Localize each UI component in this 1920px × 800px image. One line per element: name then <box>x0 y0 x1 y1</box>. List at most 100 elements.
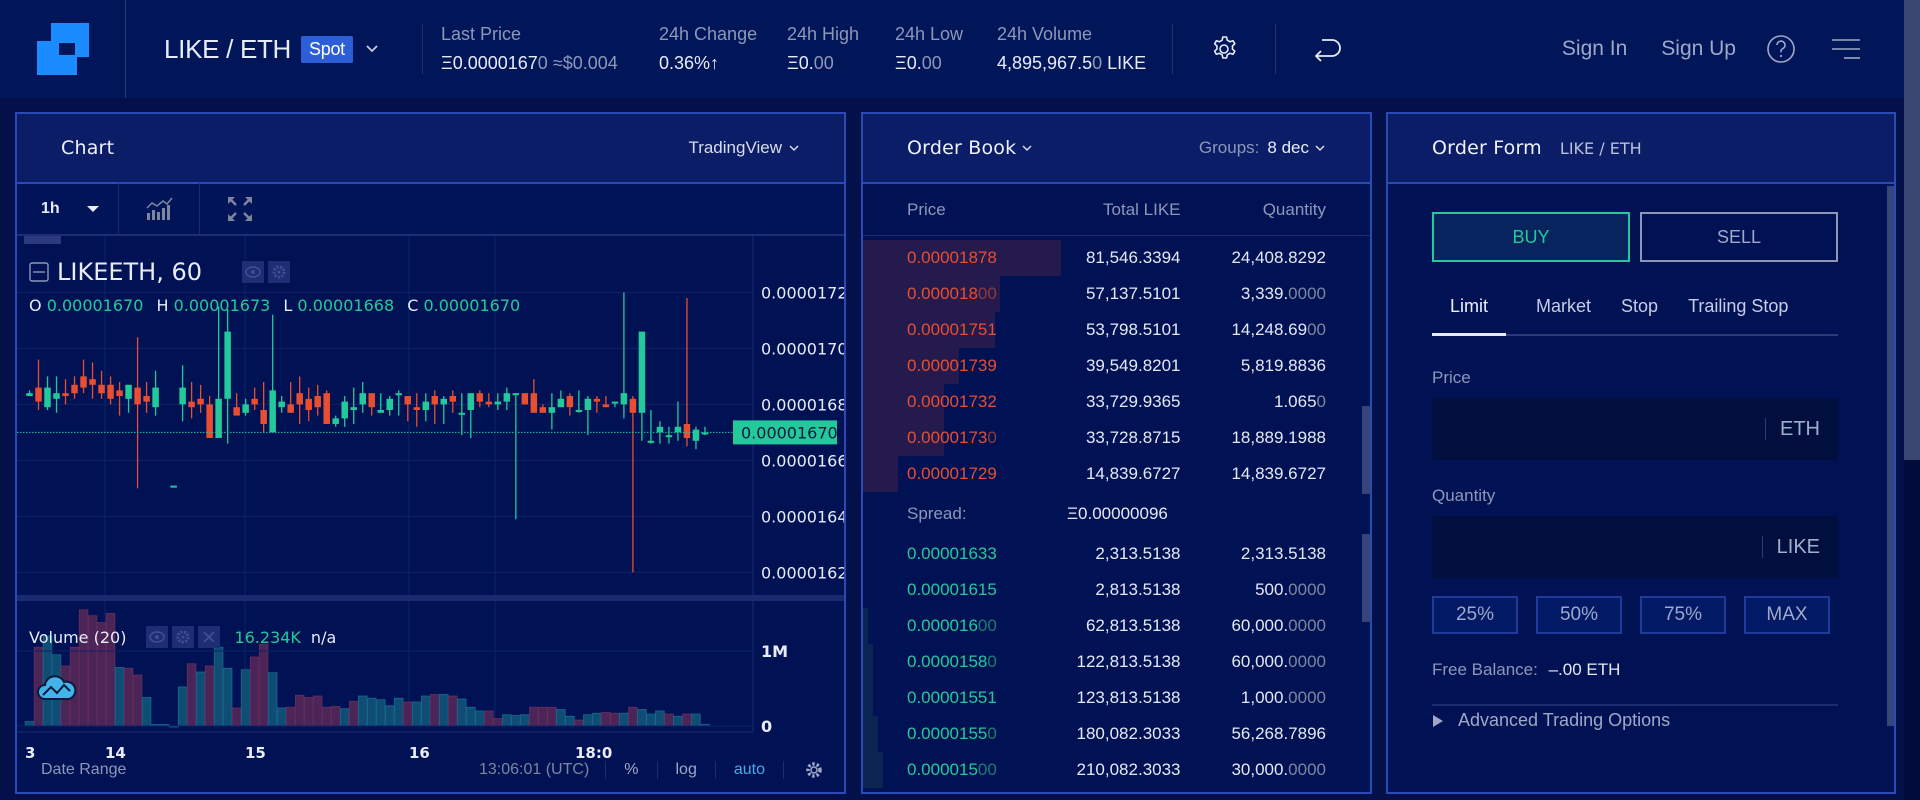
close-icon <box>203 631 216 643</box>
stat-value: 4,895,967.50 LIKE <box>997 53 1147 73</box>
fullscreen-button[interactable] <box>200 183 280 235</box>
price-input[interactable] <box>1432 398 1765 460</box>
volume-bar <box>114 667 125 727</box>
depth-bar <box>863 752 884 788</box>
ask-row[interactable]: 0.00001729 14,839.6727 14,839.6727 <box>863 456 1370 492</box>
volume-bar <box>186 663 197 727</box>
page-scrollbar-thumb[interactable] <box>1904 0 1920 460</box>
chart-area[interactable]: 18:00.000016700.000017200.000017000.0000… <box>17 236 844 794</box>
price-label: Price <box>1432 368 1471 387</box>
volume-remove-button[interactable] <box>198 626 221 648</box>
quantity-unit: LIKE <box>1761 536 1820 558</box>
candle-body <box>341 401 348 419</box>
tab-market[interactable]: Market <box>1536 296 1591 334</box>
candle-body <box>395 393 402 396</box>
pair-selector[interactable]: LIKE / ETH Spot <box>164 34 422 65</box>
logo[interactable] <box>0 0 126 98</box>
bid-row[interactable]: 0.00001551 123,813.5138 1,000.0000 <box>863 680 1370 716</box>
ask-row[interactable]: 0.00001751 53,798.5101 14,248.6900 <box>863 312 1370 348</box>
percent-scale-toggle[interactable]: % <box>606 761 658 779</box>
collapse-tab[interactable] <box>24 236 61 244</box>
y-tick-label: 0.00001720 <box>761 283 844 302</box>
order-form-scrollbar[interactable] <box>1887 186 1894 726</box>
candlestick-chart[interactable]: 18:00.000016700.000017200.000017000.0000… <box>17 236 844 794</box>
volume-settings-button[interactable] <box>172 626 195 648</box>
help-button[interactable] <box>1766 34 1796 64</box>
volume-bar <box>330 706 341 727</box>
volume-bar <box>195 671 206 727</box>
candle-body <box>440 398 448 405</box>
legend-settings-button[interactable] <box>268 261 291 283</box>
order-book-scrollbar[interactable] <box>1362 534 1370 622</box>
candle-body <box>260 410 267 424</box>
sign-in-link[interactable]: Sign In <box>1562 37 1627 61</box>
candle-body <box>638 331 646 413</box>
chart-provider-dropdown[interactable]: TradingView <box>688 138 800 158</box>
pct-25-button[interactable]: 25% <box>1432 596 1518 634</box>
auto-scale-toggle[interactable]: auto <box>716 761 784 779</box>
quantity-cell: 14,839.6727 <box>1231 464 1326 483</box>
eye-button[interactable] <box>242 261 265 283</box>
volume-bar <box>132 674 143 727</box>
stat-value: Ξ0.00 <box>787 53 834 73</box>
percent-buttons: 25% 50% 75% MAX <box>1432 596 1850 634</box>
menu-button[interactable] <box>1830 37 1862 61</box>
eye-icon <box>245 266 261 278</box>
ask-row[interactable]: 0.00001800 57,137.5101 3,339.0000 <box>863 276 1370 312</box>
candle-body <box>287 404 294 413</box>
advanced-options-toggle[interactable]: Advanced Trading Options <box>1432 710 1850 731</box>
quantity-input[interactable] <box>1432 516 1762 578</box>
pct-75-button[interactable]: 75% <box>1640 596 1726 634</box>
tab-stop[interactable]: Stop <box>1621 296 1658 334</box>
buy-button[interactable]: BUY <box>1432 212 1630 262</box>
volume-bar <box>610 712 620 727</box>
bid-row[interactable]: 0.00001550 180,082.3033 56,268.7896 <box>863 716 1370 752</box>
bid-row[interactable]: 0.00001500 210,082.3033 30,000.0000 <box>863 752 1370 788</box>
log-scale-toggle[interactable]: log <box>658 761 716 779</box>
order-book-dropdown[interactable]: Order Book <box>907 137 1033 159</box>
collapse-legend-icon[interactable] <box>29 262 49 282</box>
tab-limit[interactable]: Limit <box>1432 296 1507 336</box>
settings-button[interactable] <box>1173 33 1275 65</box>
gear-icon <box>1213 36 1236 59</box>
ask-row[interactable]: 0.00001730 33,728.8715 18,889.1988 <box>863 420 1370 456</box>
stat-label: Last Price <box>441 24 522 44</box>
chart-settings-button[interactable] <box>784 760 844 780</box>
sign-up-link[interactable]: Sign Up <box>1661 37 1736 61</box>
bid-row[interactable]: 0.00001633 2,313.5138 2,313.5138 <box>863 536 1370 572</box>
indicators-button[interactable] <box>119 183 200 235</box>
indicators-icon <box>146 197 173 220</box>
bid-row[interactable]: 0.00001580 122,813.5138 60,000.0000 <box>863 644 1370 680</box>
sell-button[interactable]: SELL <box>1640 212 1838 262</box>
stat-label: 24h Low <box>895 24 964 44</box>
utc-clock[interactable]: 13:06:01 (UTC) <box>479 761 607 779</box>
pct-max-button[interactable]: MAX <box>1744 596 1830 634</box>
candle-body <box>629 398 637 413</box>
volume-bar <box>240 669 251 727</box>
ask-row[interactable]: 0.00001732 33,729.9365 1.0650 <box>863 384 1370 420</box>
ask-row[interactable]: 0.00001878 81,546.3394 24,408.8292 <box>863 240 1370 276</box>
price-cell: 0.00001878 <box>907 248 997 267</box>
ask-row[interactable]: 0.00001739 39,549.8201 5,819.8836 <box>863 348 1370 384</box>
candle-body <box>296 393 303 405</box>
candle-body <box>269 390 276 433</box>
volume-bar <box>376 699 386 727</box>
pct-50-button[interactable]: 50% <box>1536 596 1622 634</box>
bid-row[interactable]: 0.00001615 2,813.5138 500.0000 <box>863 572 1370 608</box>
volume-bar <box>448 695 458 727</box>
bid-row[interactable]: 0.00001600 62,813.5138 60,000.0000 <box>863 608 1370 644</box>
volume-bar <box>367 697 377 727</box>
tab-trailing-stop[interactable]: Trailing Stop <box>1688 296 1788 334</box>
candle-body <box>44 387 51 408</box>
interval-dropdown[interactable]: 1h <box>17 183 119 235</box>
date-range-button[interactable]: Date Range <box>41 761 126 779</box>
order-book-header: Order Book Groups: 8 dec <box>863 114 1370 184</box>
candle-body <box>377 410 384 413</box>
free-balance: Free Balance: –.00 ETH <box>1432 660 1850 680</box>
groups-dropdown[interactable]: Groups: 8 dec <box>1199 138 1326 158</box>
stat-last-price: Last Price Ξ0.00001670 ≈$0.004 <box>441 24 641 74</box>
eye-button[interactable] <box>146 626 169 648</box>
candle-body <box>674 426 682 433</box>
return-button[interactable] <box>1276 32 1382 66</box>
order-book-scrollbar[interactable] <box>1362 406 1370 494</box>
